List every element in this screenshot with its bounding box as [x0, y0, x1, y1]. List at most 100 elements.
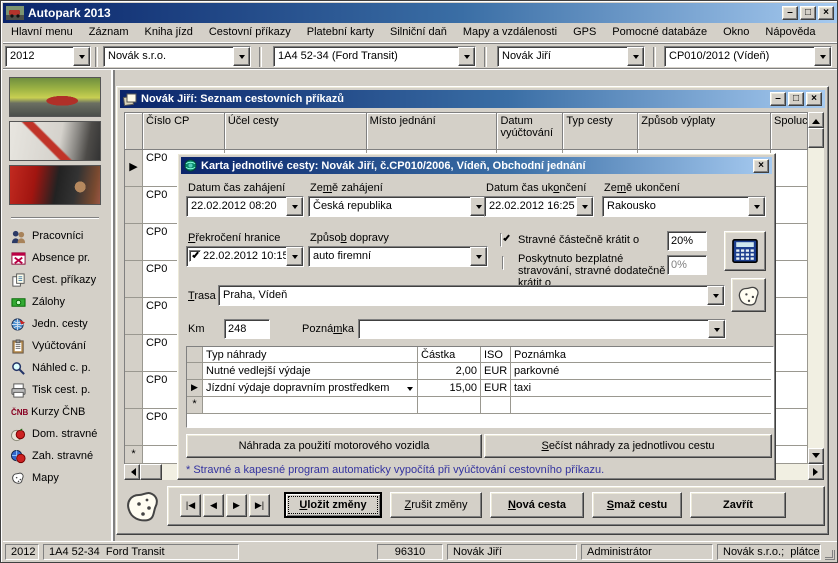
- nav-last-button[interactable]: ▶|: [249, 494, 270, 517]
- end-datetime-field[interactable]: 22.02.2012 16:25: [484, 196, 594, 217]
- close-list-button[interactable]: Zavřít: [690, 492, 786, 518]
- column-header-zpusob-vyplaty[interactable]: Způsob výplaty: [638, 113, 771, 150]
- cancel-changes-button[interactable]: Zrušit změny: [390, 492, 482, 518]
- list-maximize-button[interactable]: □: [788, 92, 804, 106]
- row-selector-cell[interactable]: [125, 261, 143, 298]
- sidebar-item-tisk[interactable]: Tisk cest. p.: [3, 379, 111, 401]
- menu-napoveda[interactable]: Nápověda: [757, 24, 823, 42]
- menu-kniha-jizd[interactable]: Kniha jízd: [137, 24, 201, 42]
- column-header-typ-cesty[interactable]: Typ cesty: [563, 113, 638, 150]
- nav-first-button[interactable]: |◀: [180, 494, 201, 517]
- start-datetime-field[interactable]: 22.02.2012 08:20: [186, 196, 304, 217]
- cell-castka[interactable]: 15,00: [418, 380, 481, 397]
- sidebar-item-jedn-cesty[interactable]: Jedn. cesty: [3, 313, 111, 335]
- cell-iso[interactable]: EUR: [481, 363, 511, 380]
- calculator-button[interactable]: [724, 231, 766, 271]
- menu-platebni-karty[interactable]: Platební karty: [299, 24, 382, 42]
- column-header-datum-vyuctovani[interactable]: Datum vyúčtování: [497, 113, 563, 150]
- year-dropdown-button[interactable]: [73, 47, 90, 66]
- cell-castka[interactable]: 2,00: [418, 363, 481, 380]
- sidebar-item-dom-stravne[interactable]: Dom. stravné: [3, 423, 111, 445]
- expenses-row-selected[interactable]: ▶ Jízdní výdaje dopravním prostředkem 15…: [187, 380, 773, 397]
- sidebar-item-cest-prikazy[interactable]: Cest. příkazy: [3, 269, 111, 291]
- cell-typ-nahrady[interactable]: Nutné vedlejší výdaje: [203, 363, 418, 380]
- new-trip-button[interactable]: Nová cesta: [490, 492, 584, 518]
- scroll-thumb[interactable]: [808, 128, 824, 148]
- note-field[interactable]: [358, 319, 726, 339]
- expenses-row[interactable]: Nutné vedlejší výdaje 2,00 EUR parkovné: [187, 363, 773, 380]
- row-selector-cell[interactable]: ▶: [125, 150, 143, 187]
- nav-next-button[interactable]: ▶: [226, 494, 247, 517]
- sidebar-item-nahled[interactable]: Náhled c. p.: [3, 357, 111, 379]
- menu-okno[interactable]: Okno: [715, 24, 757, 42]
- sidebar-item-absence[interactable]: Absence pr.: [3, 247, 111, 269]
- sidebar-item-kurzy-cnb[interactable]: ČNB Kurzy ČNB: [3, 401, 111, 423]
- trip-dropdown-button[interactable]: [814, 47, 831, 66]
- start-country-field[interactable]: Česká republika: [308, 196, 488, 217]
- company-select[interactable]: Novák s.r.o.: [103, 46, 251, 67]
- vehicle-compensation-button[interactable]: Náhrada za použití motorového vozidla: [186, 434, 482, 458]
- column-header-ucel-cesty[interactable]: Účel cesty: [225, 113, 367, 150]
- menu-pomocne-databaze[interactable]: Pomocné databáze: [604, 24, 715, 42]
- trip-select[interactable]: CP010/2012 (Vídeň): [664, 46, 832, 67]
- save-changes-button[interactable]: Uložit změny: [284, 492, 382, 518]
- person-dropdown-button[interactable]: [627, 47, 644, 66]
- sidebar-item-vyuctovani[interactable]: Vyúčtování: [3, 335, 111, 357]
- sum-compensations-button[interactable]: Sečíst náhrady za jednotlivou cestu: [484, 434, 772, 458]
- resize-grip[interactable]: [825, 550, 835, 560]
- column-header-misto-jednani[interactable]: Místo jednání: [367, 113, 498, 150]
- list-minimize-button[interactable]: –: [770, 92, 786, 106]
- end-datetime-dropdown[interactable]: [576, 197, 593, 216]
- scroll-right-button[interactable]: [808, 464, 824, 480]
- cell-iso[interactable]: EUR: [481, 380, 511, 397]
- map-icon[interactable]: [123, 488, 163, 522]
- new-row-selector-cell[interactable]: *: [125, 446, 143, 464]
- border-cross-dropdown[interactable]: [286, 247, 303, 266]
- person-select[interactable]: Novák Jiří: [497, 46, 645, 67]
- scroll-up-button[interactable]: [808, 112, 824, 128]
- row-selector-cell[interactable]: [125, 409, 143, 446]
- sidebar-item-zalohy[interactable]: Zálohy: [3, 291, 111, 313]
- cell-poznamka[interactable]: taxi: [511, 380, 771, 397]
- scroll-left-button[interactable]: [124, 464, 140, 480]
- maximize-button[interactable]: □: [800, 6, 816, 20]
- meal-cut-percent-field[interactable]: 20%: [667, 231, 707, 251]
- start-datetime-dropdown[interactable]: [286, 197, 303, 216]
- km-field[interactable]: 248: [224, 319, 270, 339]
- transport-field[interactable]: auto firemní: [308, 246, 488, 267]
- route-field[interactable]: Praha, Vídeň: [218, 285, 725, 306]
- menu-cestovni-prikazy[interactable]: Cestovní příkazy: [201, 24, 299, 42]
- row-selector-cell[interactable]: [187, 363, 203, 380]
- dialog-close-button[interactable]: ×: [753, 159, 769, 173]
- menu-silnicni-dan[interactable]: Silniční daň: [382, 24, 455, 42]
- nav-prev-button[interactable]: ◀: [203, 494, 224, 517]
- vehicle-dropdown-button[interactable]: [458, 47, 475, 66]
- note-dropdown[interactable]: [708, 320, 725, 338]
- minimize-button[interactable]: –: [782, 6, 798, 20]
- vehicle-select[interactable]: 1A4 52-34 (Ford Transit): [273, 46, 476, 67]
- list-close-button[interactable]: ×: [806, 92, 822, 106]
- menu-zaznam[interactable]: Záznam: [81, 24, 137, 42]
- end-country-field[interactable]: Rakousko: [602, 196, 766, 217]
- row-selector-cell[interactable]: [125, 224, 143, 261]
- menu-hlavni-menu[interactable]: Hlavní menu: [3, 24, 81, 42]
- sidebar-item-mapy[interactable]: Mapy: [3, 467, 111, 489]
- vertical-scrollbar[interactable]: [808, 112, 824, 464]
- menu-mapy-a-vzdalenosti[interactable]: Mapy a vzdálenosti: [455, 24, 565, 42]
- menu-gps[interactable]: GPS: [565, 24, 604, 42]
- cell-poznamka[interactable]: parkovné: [511, 363, 771, 380]
- route-map-button[interactable]: [731, 278, 766, 312]
- meal-cut-checkbox[interactable]: [500, 233, 502, 247]
- row-selector-cell[interactable]: [125, 335, 143, 372]
- transport-dropdown[interactable]: [470, 247, 487, 266]
- route-dropdown[interactable]: [707, 286, 724, 305]
- column-header-cislo-cp[interactable]: Číslo CP: [143, 113, 225, 150]
- sidebar-item-pracovnici[interactable]: Pracovníci: [3, 225, 111, 247]
- cell-typ-nahrady[interactable]: Jízdní výdaje dopravním prostředkem: [203, 380, 418, 397]
- column-header-spolucestujici[interactable]: Spolucestující: [771, 113, 808, 150]
- sidebar-item-zah-stravne[interactable]: Zah. stravné: [3, 445, 111, 467]
- delete-trip-button[interactable]: Smaž cestu: [592, 492, 682, 518]
- cell-typ-dropdown[interactable]: [402, 380, 417, 396]
- year-select[interactable]: 2012: [5, 46, 91, 67]
- meal-free-checkbox[interactable]: [502, 256, 504, 270]
